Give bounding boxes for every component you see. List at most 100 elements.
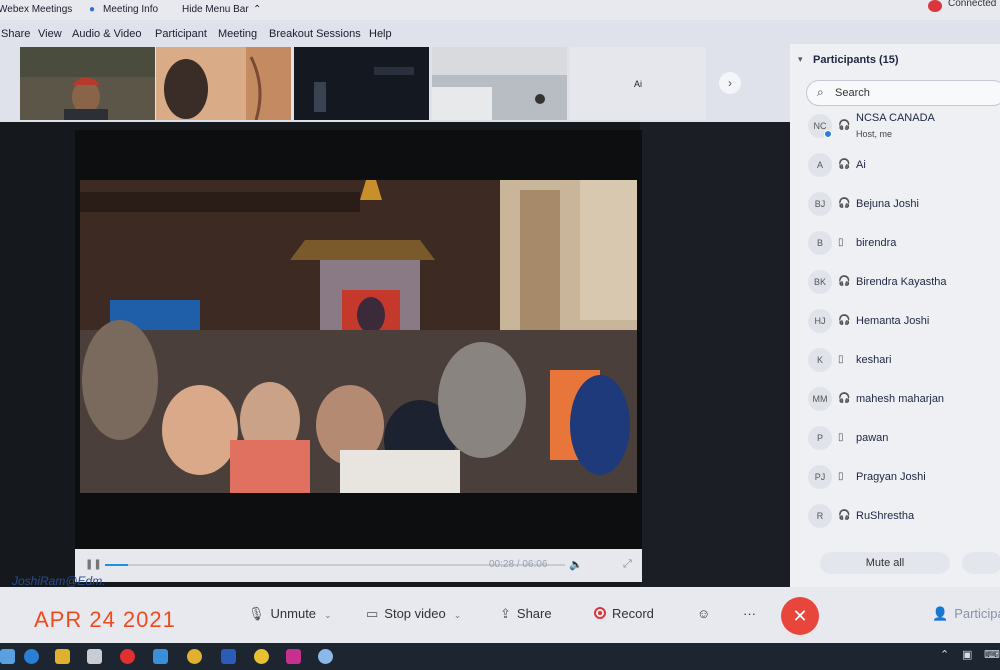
person-icon: 👤 — [932, 606, 949, 621]
stop-video-label: Stop video — [384, 606, 446, 621]
menu-meeting[interactable]: Meeting — [218, 28, 257, 40]
file-explorer-icon[interactable] — [55, 649, 70, 664]
participants-label: Participants — [954, 606, 1000, 621]
headset-icon: 🎧 — [838, 159, 851, 170]
participant-search[interactable]: ⌕ — [806, 80, 1000, 106]
video-time: 00:28 / 06:06 — [489, 559, 548, 570]
video-progress-fill — [105, 564, 128, 566]
participant-row[interactable]: P ▯ pawan — [790, 424, 1000, 454]
unmute-button[interactable]: 🎙 Unmute ⌄ — [248, 606, 332, 622]
record-label: Record — [612, 606, 654, 621]
video-thumbnail[interactable] — [20, 47, 155, 120]
keyboard-icon[interactable]: ⌨ — [984, 648, 1000, 661]
menu-share[interactable]: Share — [1, 28, 30, 40]
end-meeting-button[interactable]: ✕ — [781, 597, 819, 635]
thumbnail-name: Ai — [633, 78, 642, 89]
avatar: B — [808, 231, 832, 255]
participant-name: NCSA CANADA — [856, 112, 935, 124]
meeting-info-icon[interactable]: ● — [89, 4, 95, 15]
participant-row[interactable]: R 🎧 RuShrestha — [790, 502, 1000, 532]
host-badge-icon — [824, 130, 832, 138]
participant-row[interactable]: A 🎧 Ai — [790, 151, 1000, 181]
reactions-icon[interactable]: ☺ — [697, 606, 710, 621]
title-bar: Webex Meetings ● Meeting Info Hide Menu … — [0, 0, 1000, 20]
connection-status-icon — [928, 0, 942, 12]
mail-icon[interactable] — [153, 649, 168, 664]
participant-name: Bejuna Joshi — [856, 198, 919, 210]
menu-audio-video[interactable]: Audio & Video — [72, 28, 142, 40]
opera-icon[interactable] — [120, 649, 135, 664]
headset-icon: 🎧 — [838, 393, 851, 404]
participant-row[interactable]: PJ ▯ Pragyan Joshi — [790, 463, 1000, 493]
connection-status: Connected — [948, 0, 997, 9]
avatar: BK — [808, 270, 832, 294]
participant-row[interactable]: BK 🎧 Birendra Kayastha — [790, 268, 1000, 298]
participant-name: pawan — [856, 432, 889, 444]
avatar: HJ — [808, 309, 832, 333]
stop-video-button[interactable]: ▭ Stop video ⌄ — [366, 606, 461, 622]
avatar: R — [808, 504, 832, 528]
participants-title: Participants (15) — [813, 54, 899, 66]
store-icon[interactable] — [87, 649, 102, 664]
record-icon — [594, 607, 606, 619]
pause-icon[interactable]: ❚❚ — [85, 559, 102, 570]
chevron-down-icon[interactable]: ▾ — [798, 54, 803, 65]
video-thumbnail-strip: Ai › — [0, 44, 790, 124]
camera-icon: ▭ — [366, 606, 379, 621]
meeting-info-button[interactable]: Meeting Info — [103, 4, 158, 15]
chevron-up-icon[interactable]: ⌃ — [253, 4, 261, 15]
video-thumbnail[interactable] — [432, 47, 567, 120]
start-icon[interactable] — [0, 649, 15, 664]
avatar: BJ — [808, 192, 832, 216]
record-button[interactable]: Record — [594, 606, 654, 621]
chevron-up-icon[interactable]: ⌃ — [940, 648, 949, 661]
hide-menu-bar-button[interactable]: Hide Menu Bar — [182, 4, 249, 15]
avatar: PJ — [808, 465, 832, 489]
menu-participant[interactable]: Participant — [155, 28, 207, 40]
headset-icon: 🎧 — [838, 198, 851, 209]
chevron-right-icon[interactable]: › — [719, 72, 741, 94]
share-button[interactable]: ⇪ Share — [500, 606, 552, 622]
menu-help[interactable]: Help — [369, 28, 392, 40]
unmute-all-button[interactable] — [962, 552, 1000, 574]
close-icon: ✕ — [792, 605, 808, 626]
chevron-down-icon[interactable]: ⌄ — [454, 610, 462, 620]
menu-view[interactable]: View — [38, 28, 62, 40]
edge-icon[interactable] — [24, 649, 39, 664]
avatar: P — [808, 426, 832, 450]
more-options-icon[interactable]: ··· — [743, 606, 756, 621]
phone-icon: ▯ — [838, 237, 844, 248]
app-icon[interactable] — [286, 649, 301, 664]
network-icon[interactable]: ▣ — [962, 648, 972, 661]
video-thumbnail[interactable] — [294, 47, 429, 120]
search-icon: ⌕ — [817, 85, 824, 99]
participant-row[interactable]: HJ 🎧 Hemanta Joshi — [790, 307, 1000, 337]
menu-bar: Share View Audio & Video Participant Mee… — [0, 22, 790, 44]
date-stamp: APR 24 2021 — [34, 607, 176, 632]
participant-row[interactable]: NC 🎧 NCSA CANADA Host, me — [790, 112, 1000, 142]
participant-name: Pragyan Joshi — [856, 471, 926, 483]
video-player[interactable]: ❚❚ 00:28 / 06:06 🔈 ⤢ — [75, 130, 642, 582]
participant-name: RuShrestha — [856, 510, 915, 522]
participant-row[interactable]: K ▯ keshari — [790, 346, 1000, 376]
participant-row[interactable]: BJ 🎧 Bejuna Joshi — [790, 190, 1000, 220]
participant-row[interactable]: MM 🎧 mahesh maharjan — [790, 385, 1000, 415]
mute-all-button[interactable]: Mute all — [820, 552, 950, 574]
fullscreen-icon[interactable]: ⤢ — [623, 558, 632, 571]
chevron-down-icon[interactable]: ⌄ — [324, 610, 332, 620]
avatar: K — [808, 348, 832, 372]
app-icon[interactable] — [254, 649, 269, 664]
word-icon[interactable] — [221, 649, 236, 664]
search-input[interactable] — [835, 85, 995, 101]
volume-icon[interactable]: 🔈 — [569, 558, 583, 571]
participants-panel: ▾ Participants (15) ⌕ NC🎧NCSA CANADAHost… — [790, 44, 1000, 587]
chrome-icon[interactable] — [187, 649, 202, 664]
participants-button[interactable]: 👤 Participants — [932, 606, 1000, 622]
menu-breakout-sessions[interactable]: Breakout Sessions — [269, 28, 361, 40]
participant-row[interactable]: B ▯ birendra — [790, 229, 1000, 259]
phone-icon: ▯ — [838, 432, 844, 443]
video-thumbnail-ai[interactable]: Ai — [570, 47, 706, 120]
app-title: Webex Meetings — [0, 4, 73, 15]
video-thumbnail[interactable] — [156, 47, 291, 120]
webex-icon[interactable] — [318, 649, 333, 664]
